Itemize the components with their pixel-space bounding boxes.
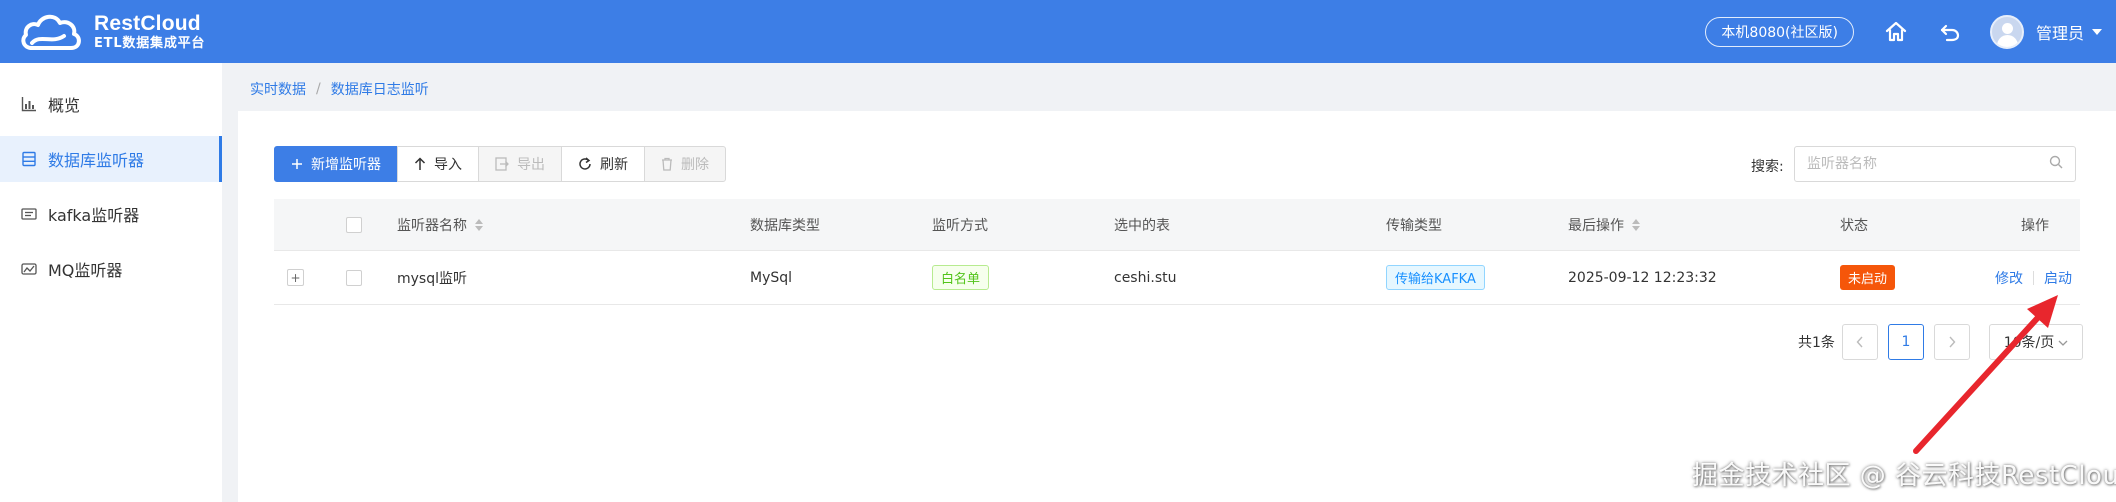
row-actions: 修改 启动	[1995, 251, 2072, 304]
sidebar-item-label: 概览	[48, 96, 81, 115]
back-arrow-icon[interactable]	[1936, 18, 1964, 46]
export-icon	[495, 157, 509, 171]
add-listener-button[interactable]: 新增监听器	[274, 146, 398, 182]
breadcrumb: 实时数据 / 数据库日志监听	[250, 79, 429, 99]
import-label: 导入	[434, 157, 462, 173]
db-type: MySql	[750, 269, 793, 286]
toolbar: 新增监听器 导入 导出 刷新 删除	[274, 146, 726, 182]
page-button-current[interactable]: 1	[1888, 324, 1924, 360]
chevron-down-icon[interactable]	[2092, 28, 2102, 35]
column-header-mode: 监听方式	[932, 217, 988, 234]
user-name[interactable]: 管理员	[2036, 20, 2084, 44]
breadcrumb-separator: /	[316, 81, 321, 97]
table-row: + mysql监听 MySql 白名单 ceshi.stu 传输给KAFKA 2…	[274, 251, 2080, 305]
sort-icon[interactable]	[475, 218, 483, 231]
search-label: 搜索:	[1751, 159, 1784, 175]
column-header-actions: 操作	[2021, 217, 2049, 234]
row-checkbox[interactable]	[346, 269, 362, 286]
column-header-last-op[interactable]: 最后操作	[1568, 199, 1640, 250]
column-header-tables: 选中的表	[1114, 217, 1170, 234]
last-operation-time: 2025-09-12 12:23:32	[1568, 269, 1717, 286]
avatar[interactable]	[1989, 14, 2024, 49]
import-button[interactable]: 导入	[397, 146, 479, 182]
delete-button[interactable]: 删除	[644, 146, 726, 182]
cloud-logo-icon	[21, 14, 81, 50]
pagination: 共1条 1 10条/页	[238, 324, 2116, 360]
sidebar-item-label: 数据库监听器	[48, 151, 145, 170]
sort-icon[interactable]	[1632, 218, 1640, 231]
divider	[2033, 270, 2034, 285]
edit-link[interactable]: 修改	[1995, 268, 2023, 288]
export-button[interactable]: 导出	[478, 146, 562, 182]
next-page-button[interactable]	[1934, 324, 1970, 360]
listener-table: 监听器名称 数据库类型 监听方式 选中的表 传输类型 最后操作 状态 操作 + …	[274, 199, 2080, 305]
sidebar-item-label: MQ监听器	[48, 261, 123, 280]
table-header: 监听器名称 数据库类型 监听方式 选中的表 传输类型 最后操作 状态 操作	[274, 199, 2080, 251]
sidebar-item-kafka-listener[interactable]: kafka监听器	[0, 191, 222, 237]
page-size-select[interactable]: 10条/页	[1989, 324, 2083, 360]
listener-name: mysql监听	[397, 270, 467, 287]
breadcrumb-item-current[interactable]: 数据库日志监听	[331, 79, 429, 99]
refresh-label: 刷新	[600, 157, 628, 173]
bar-chart-icon	[20, 95, 38, 113]
page-size-label: 10条/页	[2003, 335, 2055, 351]
sidebar: 概览 数据库监听器 kafka监听器 MQ监听器	[0, 63, 222, 502]
pagination-total: 共1条	[1798, 335, 1835, 351]
sidebar-item-mq-listener[interactable]: MQ监听器	[0, 246, 222, 292]
logo[interactable]: RestCloud ETL数据集成平台	[18, 10, 205, 54]
expand-row-icon[interactable]: +	[287, 269, 304, 286]
main-card: 新增监听器 导入 导出 刷新 删除 搜索: 监听器名称 监听器名称 数据库类型 …	[238, 111, 2116, 502]
delete-label: 删除	[681, 157, 709, 173]
add-listener-label: 新增监听器	[311, 157, 381, 173]
status-badge: 未启动	[1840, 265, 1896, 290]
refresh-button[interactable]: 刷新	[561, 146, 645, 182]
search-icon[interactable]	[2049, 155, 2063, 173]
breadcrumb-item-realtime[interactable]: 实时数据	[250, 79, 306, 99]
search-field[interactable]	[1794, 146, 2076, 182]
database-list-icon	[20, 150, 38, 168]
chevron-down-icon	[2058, 334, 2068, 350]
logo-subtitle: ETL数据集成平台	[94, 35, 206, 51]
column-header-status: 状态	[1840, 217, 1868, 234]
arrow-up-icon	[414, 157, 426, 171]
top-header: RestCloud ETL数据集成平台 本机8080(社区版) 管理员	[0, 0, 2116, 63]
search-input[interactable]	[1807, 156, 2049, 172]
transfer-tag: 传输给KAFKA	[1386, 265, 1485, 290]
mode-tag: 白名单	[932, 265, 990, 290]
export-label: 导出	[517, 157, 545, 173]
start-link[interactable]: 启动	[2044, 268, 2072, 288]
selected-tables: ceshi.stu	[1114, 269, 1177, 286]
chevron-right-icon	[1949, 336, 1956, 348]
mq-icon	[20, 260, 38, 278]
column-header-transfer: 传输类型	[1386, 217, 1442, 234]
trash-icon	[661, 157, 673, 171]
home-icon[interactable]	[1882, 18, 1910, 46]
logo-title: RestCloud	[94, 11, 201, 35]
sidebar-item-db-listener[interactable]: 数据库监听器	[0, 136, 222, 182]
watermark: 掘金技术社区 @ 谷云科技RestCloud	[1692, 461, 2116, 491]
kafka-icon	[20, 205, 38, 223]
plus-icon	[291, 158, 303, 170]
chevron-left-icon	[1856, 336, 1863, 348]
column-header-db-type: 数据库类型	[750, 217, 820, 234]
environment-selector[interactable]: 本机8080(社区版)	[1705, 16, 1854, 47]
column-header-name[interactable]: 监听器名称	[397, 199, 483, 250]
prev-page-button[interactable]	[1842, 324, 1878, 360]
sidebar-item-label: kafka监听器	[48, 206, 140, 225]
sidebar-item-overview[interactable]: 概览	[0, 81, 222, 127]
refresh-icon	[578, 157, 592, 171]
select-all-checkbox[interactable]	[346, 216, 362, 233]
